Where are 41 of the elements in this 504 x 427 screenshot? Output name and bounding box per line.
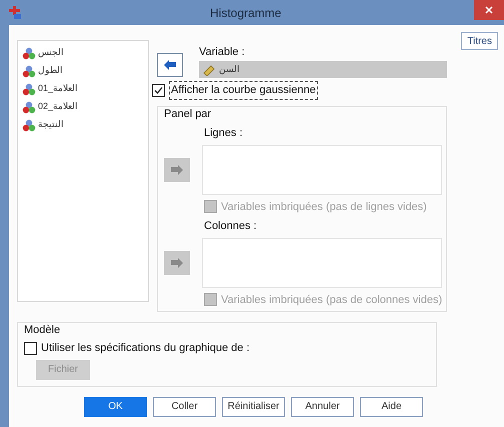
move-arrow-button[interactable] [164, 158, 190, 182]
dialog-button[interactable]: Réinitialiser [222, 396, 285, 416]
variable-item[interactable]: النتيجة [38, 118, 64, 132]
checkbox-label: Utiliser les spécifications du graphique de : [41, 341, 250, 356]
variable-item[interactable]: العلامة_01 [38, 82, 78, 96]
checkbox[interactable] [24, 342, 37, 355]
field-value: السن [219, 62, 240, 76]
field-label: Lignes : [204, 126, 244, 141]
checkmark-icon [154, 86, 163, 95]
arrow-icon [171, 164, 183, 174]
close-icon [485, 6, 493, 14]
move-arrow-button[interactable] [164, 250, 190, 274]
field-label: Colonnes : [204, 219, 258, 234]
field-label: Variable : [199, 44, 246, 60]
group-title: Modèle [24, 322, 62, 338]
variable-icon [22, 118, 36, 132]
variable-item[interactable]: الجنس [38, 46, 64, 60]
dialog-button[interactable]: OK [84, 396, 147, 416]
variable-icon [22, 46, 36, 60]
variable-icon [22, 82, 36, 96]
checkbox[interactable] [152, 84, 165, 97]
dialog-button[interactable]: Annuler [291, 396, 354, 416]
checkbox-label: Variables imbriquées (pas de colonnes vides) [221, 292, 442, 308]
variable-icon [22, 100, 36, 114]
dialog-button[interactable]: Aide [360, 396, 423, 416]
move-arrow-button[interactable] [157, 53, 183, 77]
arrow-icon [171, 258, 183, 268]
checkbox-label: Variables imbriquées (pas de lignes vides) [221, 200, 427, 214]
checkbox-label: Afficher la courbe gaussienne [169, 81, 318, 100]
close-button[interactable] [474, 0, 504, 20]
variable-item[interactable]: الطول [38, 64, 63, 78]
variable-icon [22, 64, 36, 78]
titles-button[interactable]: Titres [461, 32, 498, 50]
variable-item[interactable]: العلامة_02 [38, 100, 78, 114]
variable-field[interactable]: السن [199, 61, 447, 78]
ruler-icon [203, 64, 215, 76]
dialog-button[interactable]: Coller [153, 396, 216, 416]
arrow-icon [164, 60, 176, 70]
window-title: Histogramme [210, 4, 282, 22]
group-title: Panel par [164, 106, 212, 122]
app-icon [8, 6, 22, 20]
